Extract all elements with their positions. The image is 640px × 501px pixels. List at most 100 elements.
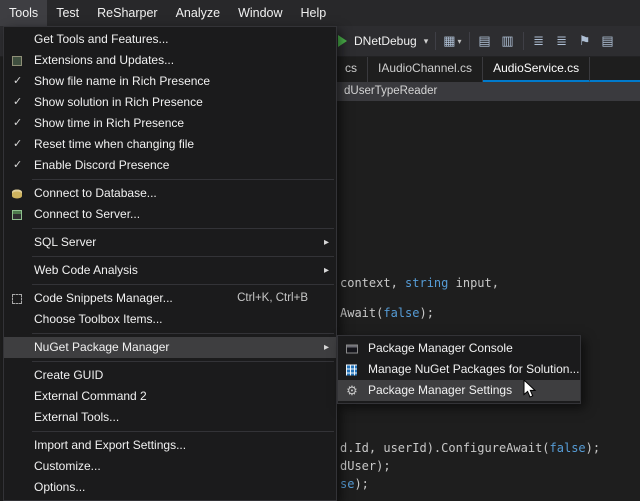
console-icon — [346, 344, 358, 353]
menu-item-label: Options... — [34, 477, 85, 498]
code-token: input, — [448, 276, 499, 290]
submenu-arrow-icon: ▸ — [324, 232, 329, 253]
menu-separator — [32, 256, 334, 257]
bookmark-icon[interactable]: ⚑ — [577, 31, 593, 51]
code-token: se — [340, 477, 354, 491]
menu-item-manage-nuget-packages-for-solution[interactable]: Manage NuGet Packages for Solution... — [338, 359, 580, 380]
menubar-item-analyze[interactable]: Analyze — [167, 0, 229, 26]
toolbar-content: DNetDebug ▾ ▦▾▤▥≣≣⚑▤ — [338, 26, 616, 56]
check-icon: ✓ — [13, 155, 22, 176]
menu-item-create-guid[interactable]: Create GUID — [4, 365, 336, 386]
tab-cs[interactable]: cs — [335, 57, 368, 82]
menu-separator — [32, 228, 334, 229]
tab-label: AudioService.cs — [493, 61, 579, 75]
menu-item-choose-toolbox-items[interactable]: Choose Toolbox Items... — [4, 309, 336, 330]
check-icon: ✓ — [13, 113, 22, 134]
navigate-backward-icon[interactable]: ≣ — [531, 31, 547, 51]
menu-item-connect-to-database[interactable]: Connect to Database... — [4, 183, 336, 204]
menu-separator — [32, 284, 334, 285]
split-window-icon[interactable]: ▥ — [500, 31, 516, 51]
dropdown-caret-icon: ▾ — [458, 37, 462, 46]
menu-item-label: SQL Server — [34, 232, 96, 253]
tab-iaudiochannel-cs[interactable]: IAudioChannel.cs — [368, 57, 483, 82]
menu-item-label: Import and Export Settings... — [34, 435, 186, 456]
task-list-icon-glyph: ▤ — [601, 33, 613, 49]
menubar-item-resharper[interactable]: ReSharper — [88, 0, 166, 26]
start-debug-icon[interactable] — [338, 35, 347, 47]
navigate-backward-icon-glyph: ≣ — [533, 33, 544, 49]
menu-item-label: Connect to Database... — [34, 183, 157, 204]
code-token: false — [550, 441, 586, 455]
menu-item-label: Package Manager Settings — [368, 380, 512, 401]
menubar-item-test[interactable]: Test — [47, 0, 88, 26]
snippets-icon — [12, 294, 22, 304]
menu-item-nuget-package-manager[interactable]: NuGet Package Manager▸ — [4, 337, 336, 358]
menu-item-label: Customize... — [34, 456, 101, 477]
tab-label: IAudioChannel.cs — [378, 61, 472, 75]
menu-item-label: Connect to Server... — [34, 204, 140, 225]
code-token: d.Id, userId).ConfigureAwait( — [340, 441, 550, 455]
split-window-icon-glyph: ▥ — [501, 33, 513, 49]
preview-window-icon[interactable]: ▤ — [477, 31, 493, 51]
menu-item-package-manager-settings[interactable]: ⚙ Package Manager Settings — [338, 380, 580, 401]
bookmark-icon-glyph: ⚑ — [579, 33, 591, 49]
menu-item-label: Choose Toolbox Items... — [34, 309, 163, 330]
menu-item-show-time-in-rich-presence[interactable]: ✓ Show time in Rich Presence — [4, 113, 336, 134]
gear-icon: ⚙ — [346, 385, 358, 397]
debug-target-dropdown-icon[interactable]: ▾ — [424, 36, 429, 47]
task-list-icon[interactable]: ▤ — [600, 31, 616, 51]
menu-item-sql-server[interactable]: SQL Server ▸ — [4, 232, 336, 253]
menubar-item-window[interactable]: Window — [229, 0, 291, 26]
navigate-forward-icon-glyph: ≣ — [556, 33, 567, 49]
menu-item-customize[interactable]: Customize... — [4, 456, 336, 477]
menu-item-options[interactable]: Options... — [4, 477, 336, 498]
menu-item-label: Package Manager Console — [368, 338, 513, 359]
code-line: Await(false); — [340, 306, 434, 320]
packages-icon — [346, 364, 357, 375]
database-icon — [12, 189, 22, 198]
menu-item-extensions-and-updates[interactable]: Extensions and Updates... — [4, 50, 336, 71]
menu-item-code-snippets-manager[interactable]: Code Snippets Manager...Ctrl+K, Ctrl+B — [4, 288, 336, 309]
preview-window-icon-glyph: ▤ — [478, 33, 490, 49]
menu-item-shortcut: Ctrl+K, Ctrl+B — [237, 288, 316, 309]
menu-item-label: Web Code Analysis — [34, 260, 138, 281]
extensions-icon — [12, 56, 22, 66]
menubar-item-tools[interactable]: Tools — [0, 0, 47, 26]
menu-item-reset-time-when-changing-file[interactable]: ✓ Reset time when changing file — [4, 134, 336, 155]
tools-menu: Get Tools and Features...Extensions and … — [3, 26, 337, 501]
menu-item-show-solution-in-rich-presence[interactable]: ✓Show solution in Rich Presence — [4, 92, 336, 113]
menu-item-enable-discord-presence[interactable]: ✓ Enable Discord Presence — [4, 155, 336, 176]
toolbar-separator — [523, 32, 524, 50]
menu-item-label: Show time in Rich Presence — [34, 113, 184, 134]
menu-item-external-tools[interactable]: External Tools... — [4, 407, 336, 428]
tab-audioservice-cs[interactable]: AudioService.cs — [483, 57, 590, 82]
menu-item-package-manager-console[interactable]: Package Manager Console — [338, 338, 580, 359]
attach-process-icon-glyph: ▦ — [443, 33, 455, 49]
menu-item-label: Create GUID — [34, 365, 103, 386]
toolbar-separator — [469, 32, 470, 50]
menu-item-label: Get Tools and Features... — [34, 29, 169, 50]
menu-item-external-command-2[interactable]: External Command 2 — [4, 386, 336, 407]
menubar-item-help[interactable]: Help — [292, 0, 336, 26]
code-line: context, string input, — [340, 276, 499, 290]
tab-strip-filler — [590, 57, 640, 82]
submenu-arrow-icon: ▸ — [324, 337, 329, 358]
breadcrumb-bar: dUserTypeReader — [335, 82, 640, 101]
code-line: d.Id, userId).ConfigureAwait(false); — [340, 441, 600, 455]
menu-item-get-tools-and-features[interactable]: Get Tools and Features... — [4, 29, 336, 50]
menu-item-import-and-export-settings[interactable]: Import and Export Settings... — [4, 435, 336, 456]
debug-target-label[interactable]: DNetDebug — [354, 34, 417, 48]
navigate-forward-icon[interactable]: ≣ — [554, 31, 570, 51]
attach-process-icon[interactable]: ▦▾ — [443, 31, 461, 51]
check-icon: ✓ — [13, 134, 22, 155]
menu-item-label: Reset time when changing file — [34, 134, 194, 155]
menu-item-label: Enable Discord Presence — [34, 155, 169, 176]
menu-item-connect-to-server[interactable]: Connect to Server... — [4, 204, 336, 225]
menu-item-web-code-analysis[interactable]: Web Code Analysis▸ — [4, 260, 336, 281]
check-icon: ✓ — [13, 71, 22, 92]
code-line: se); — [340, 477, 369, 491]
server-icon — [12, 210, 22, 220]
check-icon: ✓ — [13, 92, 22, 113]
menu-separator — [32, 361, 334, 362]
menu-item-show-file-name-in-rich-presence[interactable]: ✓Show file name in Rich Presence — [4, 71, 336, 92]
